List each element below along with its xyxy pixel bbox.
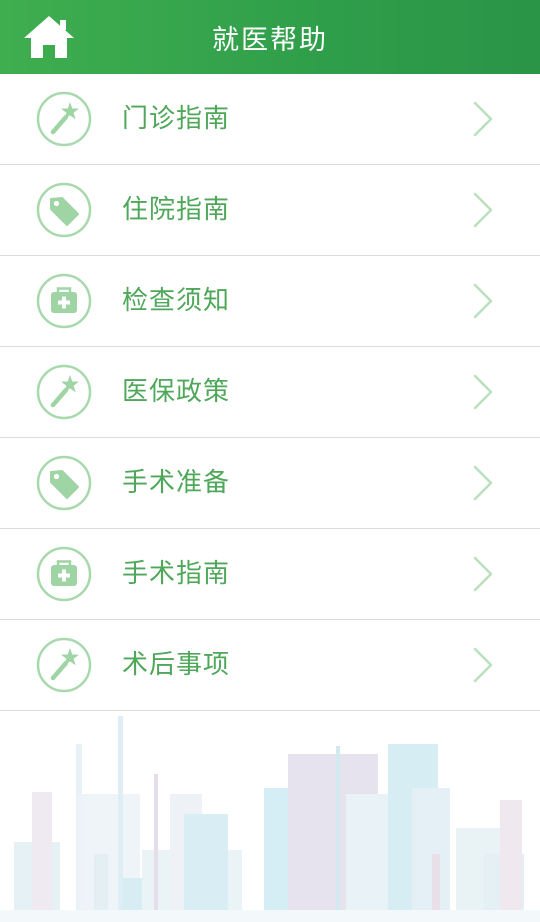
- menu-item-label: 住院指南: [122, 195, 231, 225]
- app-header: 就医帮助: [0, 0, 540, 74]
- menu-item-label: 术后事项: [122, 650, 231, 680]
- home-button[interactable]: [20, 12, 78, 62]
- magic-wand-icon: [36, 91, 92, 147]
- magic-wand-icon: [36, 637, 92, 693]
- chevron-right-icon: [472, 556, 494, 592]
- menu-item-label: 手术指南: [122, 559, 231, 589]
- tag-icon: [36, 182, 92, 238]
- page-title: 就医帮助: [212, 24, 328, 56]
- menu-item-exam-notice[interactable]: 检查须知: [0, 256, 540, 347]
- home-icon: [24, 16, 74, 58]
- help-menu-list: 门诊指南 住院指南 检查须知 医保政策 手术准备 手术指南 术后事项: [0, 74, 540, 711]
- menu-item-surgery-guide[interactable]: 手术指南: [0, 529, 540, 620]
- medical-kit-icon: [36, 546, 92, 602]
- chevron-right-icon: [472, 192, 494, 228]
- menu-item-label: 门诊指南: [122, 104, 231, 134]
- magic-wand-icon: [36, 364, 92, 420]
- menu-item-label: 手术准备: [122, 468, 231, 498]
- menu-item-surgery-prep[interactable]: 手术准备: [0, 438, 540, 529]
- tag-icon: [36, 455, 92, 511]
- chevron-right-icon: [472, 465, 494, 501]
- chevron-right-icon: [472, 101, 494, 137]
- medical-kit-icon: [36, 273, 92, 329]
- chevron-right-icon: [472, 374, 494, 410]
- menu-item-inpatient-guide[interactable]: 住院指南: [0, 165, 540, 256]
- chevron-right-icon: [472, 647, 494, 683]
- city-skyline-background: [0, 716, 540, 922]
- menu-item-label: 检查须知: [122, 286, 231, 316]
- menu-item-label: 医保政策: [122, 377, 231, 407]
- menu-item-postop-notes[interactable]: 术后事项: [0, 620, 540, 711]
- menu-item-outpatient-guide[interactable]: 门诊指南: [0, 74, 540, 165]
- chevron-right-icon: [472, 283, 494, 319]
- menu-item-insurance-policy[interactable]: 医保政策: [0, 347, 540, 438]
